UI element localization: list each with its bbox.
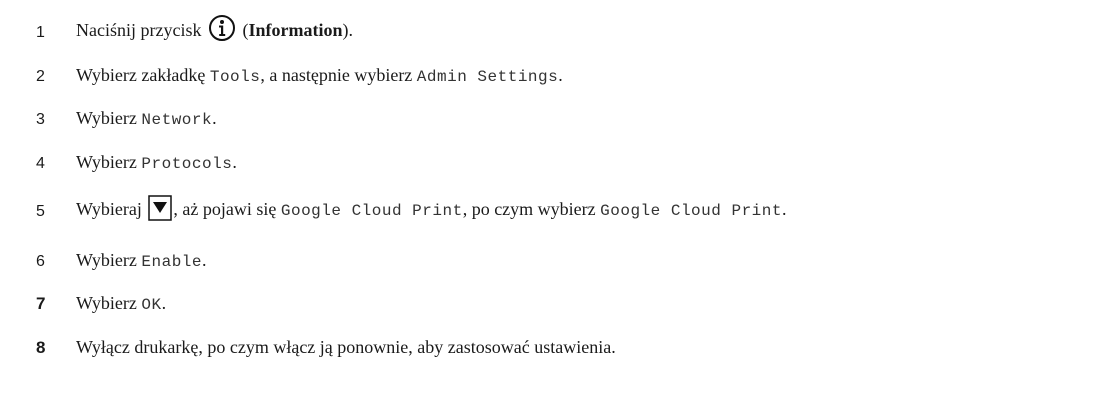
step-text-part: Wybierz (76, 293, 142, 313)
step-7: 7 Wybierz OK. (0, 286, 1093, 318)
step-text: Wybierz zakładkę Tools, a następnie wybi… (76, 65, 563, 86)
step-number: 3 (36, 111, 45, 128)
step-text-part: Wybierz (76, 108, 142, 128)
step-text-part: Naciśnij przycisk (76, 20, 206, 40)
step-text: Wybierz Protocols. (76, 152, 237, 173)
step-text-part: Wybierz (76, 152, 142, 172)
step-text-part: ( (237, 20, 249, 40)
step-6: 6 Wybierz Enable. (0, 243, 1093, 275)
step-text-part: Wyłącz drukarkę, po czym włącz ją ponown… (76, 337, 616, 357)
step-number: 8 (36, 338, 46, 357)
step-text-part: , po czym wybierz (462, 199, 601, 219)
step-text: Wybierz Network. (76, 108, 217, 129)
step-number: 5 (36, 203, 45, 220)
step-5: 5 Wybieraj , aż pojawi się Google Cloud … (0, 193, 1093, 225)
down-arrow-button-icon (148, 195, 173, 221)
step-text-part: ). (342, 20, 353, 40)
menu-item-network: Network (141, 111, 213, 129)
menu-item-admin-settings: Admin Settings (416, 68, 559, 86)
step-text: Wyłącz drukarkę, po czym włącz ją ponown… (76, 337, 616, 358)
step-text-part: Wybierz (76, 250, 142, 270)
menu-item-ok: OK (141, 296, 162, 314)
step-number: 2 (36, 68, 45, 85)
step-text-part: Wybierz zakładkę (76, 65, 210, 85)
step-8: 8 Wyłącz drukarkę, po czym włącz ją pono… (0, 330, 1093, 362)
step-text: Naciśnij przycisk (Information). (76, 14, 353, 42)
step-text-part: . (202, 250, 207, 270)
step-text-part: , a następnie wybierz (260, 65, 417, 85)
step-text: Wybierz Enable. (76, 250, 207, 271)
step-1: 1 Naciśnij przycisk (Information). (0, 14, 1093, 46)
menu-item-google-cloud-print: Google Cloud Print (600, 202, 782, 220)
step-number: 1 (36, 24, 45, 41)
step-text: Wybierz OK. (76, 293, 166, 314)
step-text-part: . (232, 152, 237, 172)
menu-item-tools: Tools (209, 68, 261, 86)
step-number: 4 (36, 155, 45, 172)
instruction-steps: 1 Naciśnij przycisk (Information). 2 Wyb… (0, 0, 1093, 396)
menu-item-protocols: Protocols (141, 155, 233, 173)
step-2: 2 Wybierz zakładkę Tools, a następnie wy… (0, 58, 1093, 90)
information-button-name: Information (248, 20, 343, 40)
step-number: 7 (36, 294, 46, 313)
step-4: 4 Wybierz Protocols. (0, 145, 1093, 177)
step-text-part: . (161, 293, 167, 313)
step-text-part: . (558, 65, 563, 85)
step-text-part: Wybieraj (76, 199, 147, 219)
step-text-part: . (212, 108, 217, 128)
step-text-part: . (781, 199, 787, 219)
menu-item-enable: Enable (141, 253, 202, 271)
step-text-part: , aż pojawi się (173, 199, 281, 219)
step-number: 6 (36, 253, 45, 270)
menu-item-google-cloud-print: Google Cloud Print (280, 202, 463, 220)
step-3: 3 Wybierz Network. (0, 101, 1093, 133)
step-text: Wybieraj , aż pojawi się Google Cloud Pr… (76, 195, 786, 221)
information-circle-icon (208, 15, 235, 41)
